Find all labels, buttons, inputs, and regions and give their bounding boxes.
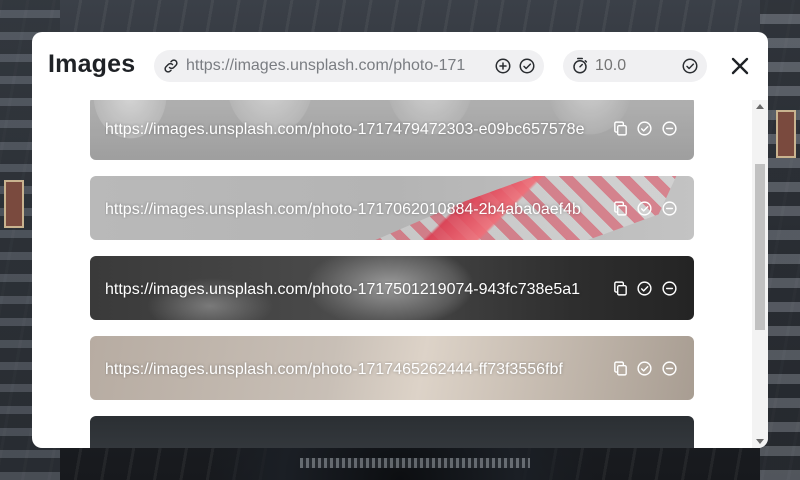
scroll-down-arrow[interactable] xyxy=(752,434,768,448)
dialog-title: Images xyxy=(48,50,136,78)
wall-poster xyxy=(4,180,24,228)
list-item[interactable]: https://images.unsplash.com/photo-171747… xyxy=(90,100,694,160)
scroll-up-arrow[interactable] xyxy=(752,100,768,114)
copy-icon[interactable] xyxy=(612,120,629,137)
image-url: https://images.unsplash.com/photo-171750… xyxy=(105,281,581,298)
list-item[interactable] xyxy=(90,416,694,448)
minus-circle-icon[interactable] xyxy=(661,360,678,377)
link-icon xyxy=(162,57,180,75)
image-url: https://images.unsplash.com/photo-171706… xyxy=(105,201,581,218)
copy-icon[interactable] xyxy=(612,200,629,217)
check-circle-icon[interactable] xyxy=(518,57,536,75)
close-button[interactable] xyxy=(726,52,754,80)
copy-icon[interactable] xyxy=(612,280,629,297)
image-url-input[interactable] xyxy=(186,50,482,82)
interval-input-group xyxy=(563,50,707,82)
list-item[interactable]: https://images.unsplash.com/photo-171750… xyxy=(90,256,694,320)
list-item[interactable]: https://images.unsplash.com/photo-171706… xyxy=(90,176,694,240)
minus-circle-icon[interactable] xyxy=(661,280,678,297)
image-url: https://images.unsplash.com/photo-171746… xyxy=(105,361,563,378)
check-circle-icon[interactable] xyxy=(636,120,653,137)
images-dialog: Images https://images.unsplash.com/photo… xyxy=(32,32,768,448)
minus-circle-icon[interactable] xyxy=(661,200,678,217)
check-circle-icon[interactable] xyxy=(636,280,653,297)
floor-stripes xyxy=(300,458,530,468)
check-circle-icon[interactable] xyxy=(681,57,699,75)
image-thumbnail xyxy=(90,416,694,448)
copy-icon[interactable] xyxy=(612,360,629,377)
close-icon xyxy=(726,52,754,80)
interval-input[interactable] xyxy=(595,50,675,82)
check-circle-icon[interactable] xyxy=(636,200,653,217)
stopwatch-icon xyxy=(571,57,589,75)
list-item[interactable]: https://images.unsplash.com/photo-171746… xyxy=(90,336,694,400)
image-url: https://images.unsplash.com/photo-171747… xyxy=(105,121,585,138)
wall-poster xyxy=(776,110,796,158)
check-circle-icon[interactable] xyxy=(636,360,653,377)
image-list: https://images.unsplash.com/photo-171747… xyxy=(32,100,752,448)
url-input-group xyxy=(154,50,544,82)
plus-circle-icon[interactable] xyxy=(494,57,512,75)
minus-circle-icon[interactable] xyxy=(661,120,678,137)
scrollbar-thumb[interactable] xyxy=(755,164,765,330)
list-scrollbar[interactable] xyxy=(752,100,768,448)
